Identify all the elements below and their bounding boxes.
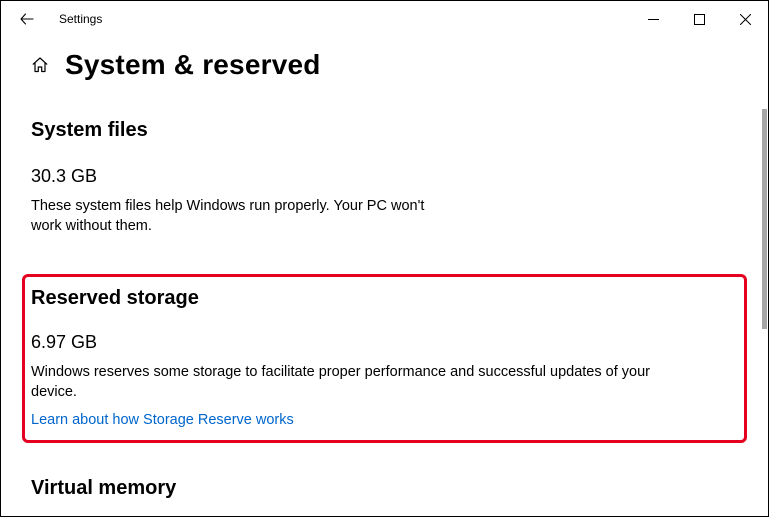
window-controls	[630, 3, 768, 35]
reserved-storage-description: Windows reserves some storage to facilit…	[31, 363, 671, 402]
reserved-storage-size: 6.97 GB	[31, 332, 738, 353]
content-area: System & reserved System files 30.3 GB T…	[1, 37, 768, 516]
system-files-description: These system files help Windows run prop…	[31, 197, 431, 236]
app-title: Settings	[59, 12, 102, 26]
back-button[interactable]	[13, 5, 41, 33]
home-icon[interactable]	[31, 56, 49, 74]
arrow-left-icon	[19, 11, 35, 27]
virtual-memory-section: Virtual memory 3.64 GB	[31, 477, 738, 516]
scrollbar[interactable]	[762, 109, 767, 329]
close-button[interactable]	[722, 3, 768, 35]
page-header: System & reserved	[31, 49, 738, 81]
system-files-heading: System files	[31, 119, 738, 142]
reserved-storage-heading: Reserved storage	[31, 287, 738, 310]
maximize-button[interactable]	[676, 3, 722, 35]
titlebar: Settings	[1, 1, 768, 37]
system-files-section: System files 30.3 GB These system files …	[31, 119, 738, 236]
system-files-size: 30.3 GB	[31, 166, 738, 187]
storage-reserve-link[interactable]: Learn about how Storage Reserve works	[31, 412, 738, 428]
minimize-button[interactable]	[630, 3, 676, 35]
close-icon	[740, 14, 751, 25]
reserved-storage-highlight: Reserved storage 6.97 GB Windows reserve…	[22, 274, 747, 443]
minimize-icon	[648, 14, 659, 25]
page-title: System & reserved	[65, 49, 321, 81]
virtual-memory-heading: Virtual memory	[31, 477, 738, 500]
maximize-icon	[694, 14, 705, 25]
